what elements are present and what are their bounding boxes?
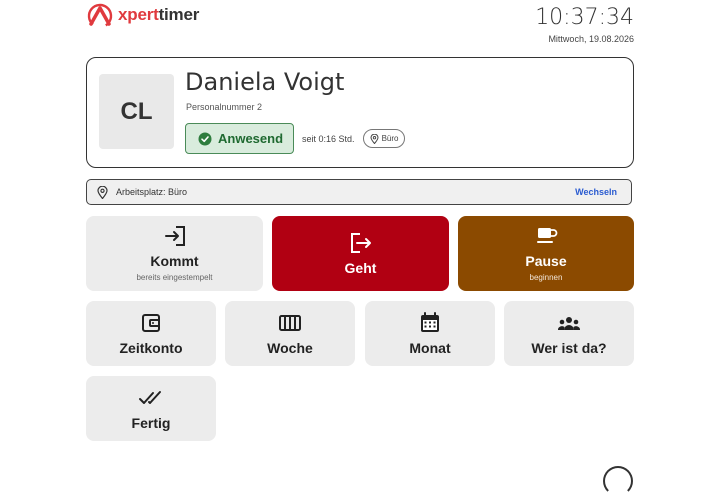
change-workplace-link[interactable]: Wechseln (575, 187, 617, 197)
workplace-info: Arbeitsplatz: Büro (97, 185, 188, 199)
wer-ist-da-button[interactable]: Wer ist da? (504, 301, 634, 366)
logout-icon (349, 232, 373, 254)
wallet-icon (140, 312, 162, 334)
loading-spinner-icon (603, 466, 633, 496)
employee-card: CL Daniela Voigt Personalnummer 2 Anwese… (86, 57, 634, 168)
location-label: Büro (381, 134, 399, 143)
zeitkonto-label: Zeitkonto (119, 339, 183, 356)
clock-time: 10:37:34 (535, 5, 634, 30)
logo-text: xperttimer (118, 5, 200, 24)
zeitkonto-button[interactable]: Zeitkonto (86, 301, 216, 366)
kommt-subtitle: bereits eingestempelt (136, 273, 213, 282)
pause-label: Pause (525, 253, 567, 269)
kommt-button[interactable]: Kommt bereits eingestempelt (86, 216, 263, 291)
clock-date: Mittwoch, 19.08.2026 (548, 34, 634, 44)
logo-icon (87, 3, 113, 28)
app-logo: xperttimer (86, 2, 199, 28)
personnel-number: Personalnummer 2 (186, 102, 263, 112)
check-circle-icon (198, 132, 212, 145)
status-label: Anwesend (218, 131, 284, 146)
clock: 10:37:34 Mittwoch, 19.08.2026 (535, 4, 634, 44)
pause-subtitle: beginnen (529, 273, 563, 282)
fertig-button[interactable]: Fertig (86, 376, 216, 441)
avatar: CL (99, 74, 174, 149)
wer-ist-da-label: Wer ist da? (531, 339, 607, 356)
people-group-icon (556, 312, 582, 334)
calendar-icon (419, 311, 441, 334)
monat-label: Monat (409, 339, 451, 356)
workplace-bar: Arbeitsplatz: Büro Wechseln (86, 179, 632, 205)
status-badge: Anwesend (185, 123, 295, 154)
geht-button[interactable]: Geht (272, 216, 449, 291)
map-pin-icon (370, 133, 379, 144)
map-pin-icon (97, 185, 108, 199)
woche-button[interactable]: Woche (225, 301, 355, 366)
login-icon (163, 225, 187, 247)
location-badge: Büro (362, 129, 406, 148)
kommt-label: Kommt (150, 253, 199, 269)
monat-button[interactable]: Monat (365, 301, 495, 366)
coffee-cup-icon (534, 225, 558, 247)
double-check-icon (138, 387, 164, 409)
employee-name: Daniela Voigt (185, 68, 345, 96)
pause-button[interactable]: Pause beginnen (458, 216, 634, 291)
fertig-label: Fertig (131, 414, 171, 431)
week-columns-icon (278, 312, 302, 334)
workplace-label: Arbeitsplatz: Büro (116, 187, 188, 197)
geht-label: Geht (344, 259, 377, 276)
header: xperttimer 10:37:34 Mittwoch, 19.08.2026 (86, 0, 634, 52)
status-duration: seit 0:16 Std. (302, 133, 355, 144)
woche-label: Woche (267, 339, 313, 356)
status-row: Anwesend seit 0:16 Std. Büro (185, 123, 406, 154)
